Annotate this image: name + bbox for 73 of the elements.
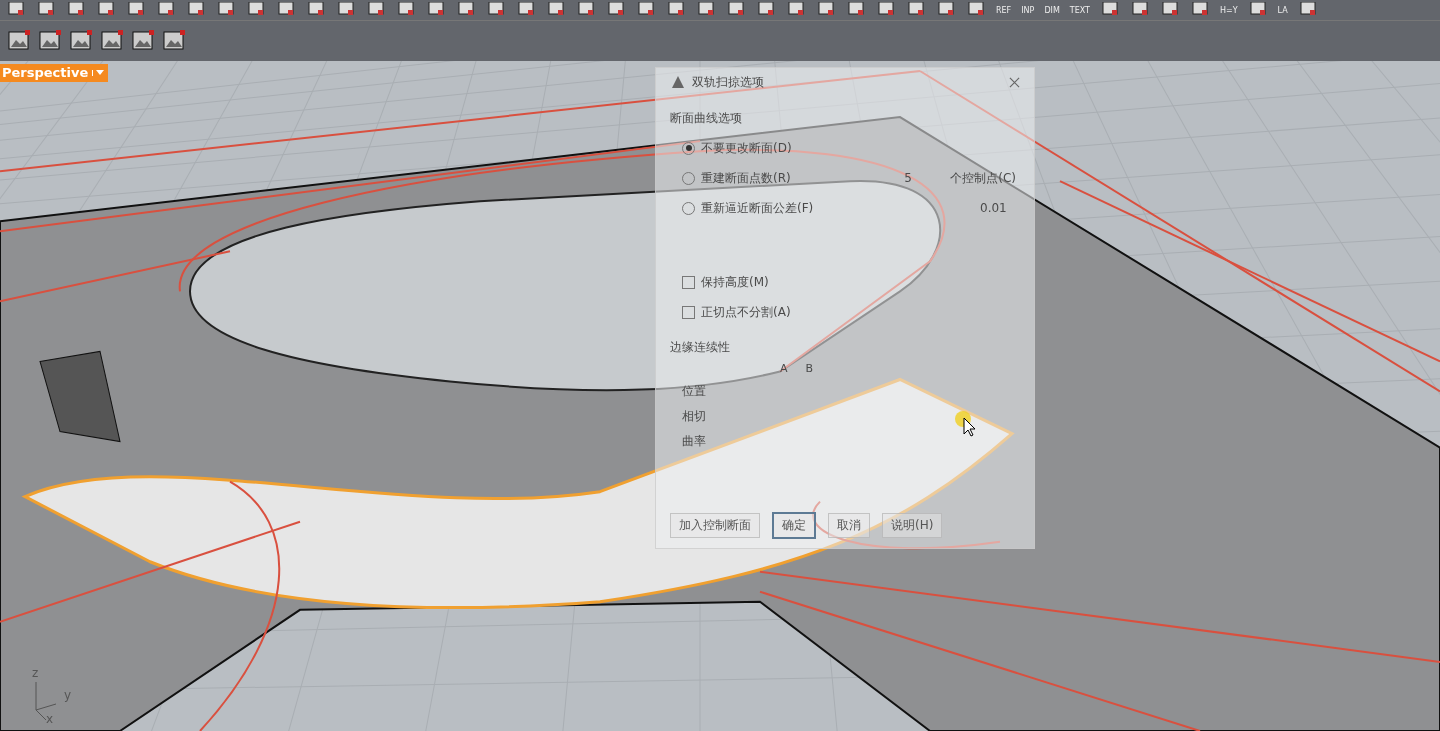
tool-icon[interactable] (6, 2, 26, 18)
option-unit: 个控制点(C) (950, 169, 1016, 187)
dialog-title: 双轨扫掠选项 (692, 73, 764, 91)
tool-button[interactable]: REF (996, 5, 1012, 15)
tool-icon[interactable] (96, 2, 116, 18)
tool-icon[interactable] (516, 2, 536, 18)
axis-label: x (46, 712, 54, 726)
tool-icon[interactable] (276, 2, 296, 18)
tool-icon[interactable] (756, 2, 776, 18)
dialog-button[interactable]: 确定 (772, 512, 816, 539)
tool-icon[interactable] (786, 2, 806, 18)
tool-icon[interactable] (1160, 2, 1180, 18)
tool-icon[interactable] (306, 2, 326, 18)
tool-icon[interactable] (1100, 2, 1120, 18)
dialog-button[interactable]: 加入控制断面 (670, 513, 760, 538)
option-value: 5 (904, 171, 913, 185)
tool-icon[interactable] (336, 2, 356, 18)
tool-icon[interactable] (636, 2, 656, 18)
app-icon (670, 74, 686, 90)
tool-icon[interactable] (456, 2, 476, 18)
tool-button[interactable]: DIM (1044, 5, 1060, 15)
row-label: 位置 (682, 383, 707, 400)
tool-icon[interactable] (216, 2, 236, 18)
axis-label: y (64, 688, 72, 702)
column-header: A (780, 362, 788, 375)
tool-icon[interactable] (726, 2, 746, 18)
option-label: 保持高度(M) (701, 273, 769, 291)
tool-icon[interactable] (126, 2, 146, 18)
option-value: 0.01 (980, 201, 1008, 215)
tool-icon[interactable] (1130, 2, 1150, 18)
tool-icon[interactable] (546, 2, 566, 18)
dialog-button[interactable]: 取消 (828, 513, 870, 538)
tool-icon[interactable] (876, 2, 896, 18)
viewport-title: Perspective (2, 65, 89, 80)
option-label: 不要更改断面(D) (701, 139, 792, 157)
option-label: 正切点不分割(A) (701, 303, 791, 321)
section-title: 断面曲线选项 (670, 110, 743, 127)
row-label: 曲率 (682, 433, 707, 450)
tool-icon[interactable] (1190, 2, 1210, 18)
tool-icon[interactable] (366, 2, 386, 18)
tool-icon[interactable] (666, 2, 686, 18)
checkbox[interactable] (682, 275, 695, 289)
tool-icon[interactable] (156, 2, 176, 18)
tool-icon[interactable] (906, 2, 926, 18)
tool-icon[interactable] (846, 2, 866, 18)
tool-icon[interactable] (246, 2, 266, 18)
tool-icon[interactable] (1297, 2, 1318, 18)
tool-button[interactable]: INP (1021, 5, 1035, 15)
tool-icon[interactable] (1247, 2, 1268, 18)
tool-button[interactable]: H=Y (1220, 5, 1238, 15)
tool-icon[interactable] (606, 2, 626, 18)
tool-button[interactable]: LA (1277, 5, 1288, 15)
close-icon[interactable] (1009, 76, 1020, 88)
column-header: B (805, 362, 814, 375)
row-label: 相切 (682, 408, 707, 425)
tool-icon[interactable] (936, 2, 956, 18)
axis-label: z (32, 666, 39, 680)
option-label: 重建断面点数(R) (701, 169, 791, 187)
tool-icon[interactable] (426, 2, 446, 18)
dialog-button[interactable]: 说明(H) (882, 513, 943, 538)
tool-icon[interactable] (816, 2, 836, 18)
tool-icon[interactable] (576, 2, 596, 18)
tool-icon[interactable] (396, 2, 416, 18)
tool-button[interactable]: TEXT (1069, 5, 1090, 15)
checkbox[interactable] (682, 305, 695, 319)
option-label: 重新逼近断面公差(F) (701, 199, 814, 217)
section-title: 边缘连续性 (670, 339, 731, 356)
tool-icon[interactable] (966, 2, 986, 18)
tool-icon[interactable] (696, 2, 716, 18)
tool-icon[interactable] (66, 2, 86, 18)
tool-icon[interactable] (186, 2, 206, 18)
tool-icon[interactable] (486, 2, 506, 18)
tool-icon[interactable] (36, 2, 56, 18)
